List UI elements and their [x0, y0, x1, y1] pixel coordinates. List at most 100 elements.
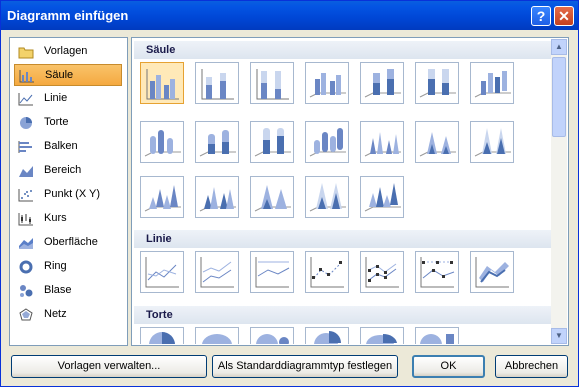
3d-line-icon: [475, 257, 509, 288]
chart-thumb-cylinder-2[interactable]: [195, 121, 239, 163]
category-ring[interactable]: Ring: [14, 256, 122, 278]
section-header-linie: Linie: [134, 230, 551, 248]
scatter-chart-icon: [18, 189, 33, 202]
stacked-line-markers-icon: [365, 257, 399, 288]
chart-thumb-cylinder-4[interactable]: [305, 121, 349, 163]
chart-thumb-pie-1[interactable]: [140, 327, 184, 358]
set-default-chart-button[interactable]: Als Standarddiagrammtyp festlegen: [212, 355, 398, 378]
window-title: Diagramm einfügen: [7, 8, 129, 23]
chart-thumb-column-4[interactable]: [305, 62, 349, 104]
clustered-pyramid-icon: [199, 187, 236, 212]
section-header-saeule: Säule: [134, 41, 551, 59]
bar-chart-icon: [18, 141, 32, 153]
category-netz[interactable]: Netz: [14, 304, 122, 326]
category-label: Netz: [44, 308, 67, 320]
section-title: Linie: [146, 233, 172, 245]
chart-thumb-pyramid-2[interactable]: [195, 176, 239, 218]
line-chart-icon: [18, 93, 33, 106]
chart-thumb-line-1[interactable]: [140, 251, 184, 293]
line-with-markers-icon: [310, 257, 344, 288]
chart-thumb-line-3[interactable]: [250, 251, 294, 293]
manage-templates-button[interactable]: Vorlagen verwalten...: [11, 355, 207, 378]
chart-thumb-pyramid-1[interactable]: [140, 176, 184, 218]
category-blase[interactable]: Blase: [14, 280, 122, 302]
chart-thumb-line-4[interactable]: [305, 251, 349, 293]
gallery-scrollbar[interactable]: ▲ ▼: [551, 39, 567, 344]
chart-thumb-pie-4[interactable]: [305, 327, 349, 357]
category-punkt[interactable]: Punkt (X Y): [14, 184, 122, 206]
help-button[interactable]: ?: [531, 6, 551, 26]
chart-thumb-pie-3[interactable]: [250, 327, 294, 356]
scroll-up-arrow-icon[interactable]: ▲: [551, 39, 567, 55]
insert-chart-dialog: Diagramm einfügen ? ✕ Vorlagen Säule Lin…: [0, 0, 579, 387]
category-bereich[interactable]: Bereich: [14, 160, 122, 182]
category-label: Kurs: [44, 212, 67, 224]
chart-thumb-cone-2[interactable]: [415, 121, 459, 163]
close-button[interactable]: ✕: [554, 6, 574, 26]
category-saeule[interactable]: Säule: [14, 64, 122, 86]
category-label: Säule: [45, 69, 74, 81]
category-label: Blase: [44, 284, 72, 296]
clustered-cone-icon: [364, 132, 401, 157]
stacked-100-line-markers-icon: [420, 257, 455, 288]
clustered-column-icon: [146, 69, 179, 100]
category-linie[interactable]: Linie: [14, 88, 122, 110]
category-vorlagen[interactable]: Vorlagen: [14, 41, 122, 63]
chart-thumb-pie-6[interactable]: [415, 327, 459, 356]
chart-thumb-cylinder-3[interactable]: [250, 121, 294, 163]
stacked-line-icon: [200, 257, 234, 288]
chart-thumb-pyramid-4[interactable]: [305, 176, 349, 218]
chart-thumb-line-2[interactable]: [195, 251, 239, 293]
chart-thumb-column-2[interactable]: [195, 62, 239, 104]
category-label: Ring: [44, 260, 67, 272]
category-label: Torte: [44, 116, 69, 128]
3d-clustered-column-icon: [309, 73, 346, 98]
category-kurs[interactable]: Kurs: [14, 208, 122, 230]
chart-thumb-column-5[interactable]: [360, 62, 404, 104]
stacked-cone-icon: [419, 132, 456, 157]
scroll-down-arrow-icon[interactable]: ▼: [551, 328, 567, 344]
3d-pyramid-icon: [364, 183, 401, 212]
chart-thumb-pyramid-3[interactable]: [250, 176, 294, 218]
category-balken[interactable]: Balken: [14, 136, 122, 158]
bubble-chart-icon: [20, 285, 33, 297]
chart-thumb-pie-2[interactable]: [195, 327, 239, 356]
area-chart-icon: [19, 166, 33, 177]
chart-thumb-pie-5[interactable]: [360, 327, 404, 355]
chart-thumb-line-5[interactable]: [360, 251, 404, 293]
category-label: Vorlagen: [44, 45, 88, 57]
exploded-pie-icon: [314, 331, 341, 357]
3d-cylinder-icon: [309, 128, 346, 157]
chart-thumb-column-1[interactable]: [140, 62, 184, 104]
stacked-100-pyramid-icon: [309, 183, 346, 212]
stacked-cylinder-icon: [199, 130, 236, 157]
chart-thumb-cone-1[interactable]: [360, 121, 404, 163]
chart-thumb-column-3[interactable]: [250, 62, 294, 104]
stacked-pyramid-icon: [254, 185, 291, 212]
chart-thumb-pyramid-5[interactable]: [360, 176, 404, 218]
line-chart-icon: [145, 257, 179, 288]
chart-thumb-column-6[interactable]: [415, 62, 459, 104]
stacked-100-column-icon: [256, 69, 289, 100]
stacked-100-line-icon: [255, 257, 290, 288]
chart-thumb-cone-3[interactable]: [470, 121, 514, 163]
scroll-thumb[interactable]: [552, 57, 566, 137]
chart-thumb-line-7[interactable]: [470, 251, 514, 293]
3d-stacked-column-icon: [364, 69, 401, 98]
pie-chart-icon: [20, 117, 32, 129]
surface-chart-icon: [19, 238, 33, 249]
cancel-button[interactable]: Abbrechen: [495, 355, 568, 378]
stacked-100-cylinder-icon: [254, 128, 291, 157]
ok-button[interactable]: OK: [412, 355, 485, 378]
category-oberflaeche[interactable]: Oberfläche: [14, 232, 122, 254]
section-header-torte: Torte: [134, 306, 551, 324]
doughnut-chart-icon: [19, 260, 33, 274]
stacked-column-icon: [201, 69, 234, 100]
pie-of-pie-icon: [256, 334, 289, 356]
chart-thumb-line-6[interactable]: [415, 251, 459, 293]
category-torte[interactable]: Torte: [14, 112, 122, 134]
chart-thumb-column-7[interactable]: [470, 62, 514, 104]
category-label: Punkt (X Y): [44, 188, 101, 200]
chart-thumb-cylinder-1[interactable]: [140, 121, 184, 163]
pie-icon: [149, 332, 175, 358]
